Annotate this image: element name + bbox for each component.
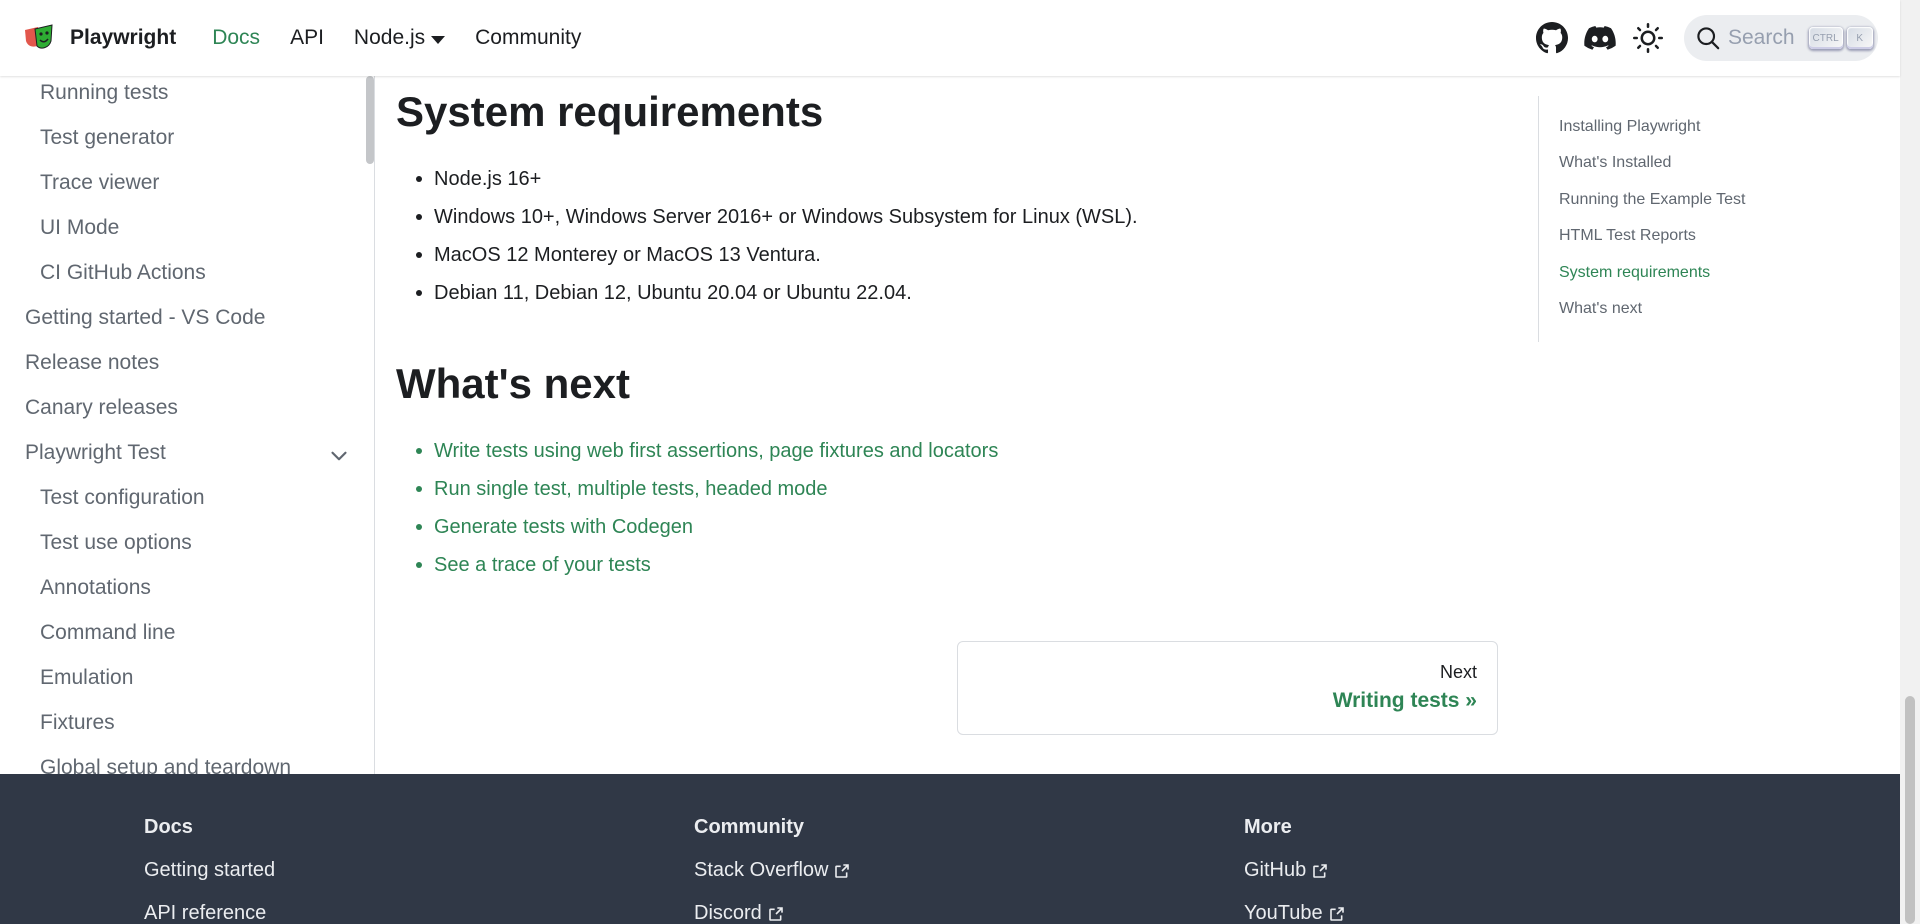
sidebar: Running tests Test generator Trace viewe… — [0, 76, 375, 774]
system-requirements-list: Node.js 16+ Windows 10+, Windows Server … — [416, 160, 1138, 312]
footer-link-label: Discord — [694, 902, 762, 924]
caret-down-icon — [431, 35, 446, 44]
footer-link-label: YouTube — [1244, 902, 1323, 924]
sidebar-scrollbar[interactable] — [366, 76, 374, 164]
github-icon[interactable] — [1534, 20, 1570, 56]
sidebar-item-test-configuration[interactable]: Test configuration — [40, 486, 205, 510]
footer-link-label: Stack Overflow — [694, 859, 829, 881]
sidebar-item-ui-mode[interactable]: UI Mode — [40, 216, 119, 240]
sidebar-item-running-tests[interactable]: Running tests — [40, 81, 168, 105]
link-codegen[interactable]: Generate tests with Codegen — [415, 508, 998, 546]
link-write-tests[interactable]: Write tests using web first assertions, … — [415, 432, 998, 470]
main-content: System requirements Node.js 16+ Windows … — [376, 76, 1536, 774]
heading-whats-next: What's next — [396, 360, 631, 407]
external-link-icon — [768, 906, 783, 921]
footer-link-label: API reference — [144, 902, 267, 924]
link-trace[interactable]: See a trace of your tests — [415, 546, 998, 584]
pagination-next[interactable]: Next Writing tests » — [957, 641, 1498, 735]
link-run-tests[interactable]: Run single test, multiple tests, headed … — [415, 470, 998, 508]
toc-item-system-requirements[interactable]: System requirements — [1559, 264, 1710, 282]
footer-link-api-reference[interactable]: API reference — [144, 902, 275, 924]
footer-title-more: More — [1244, 816, 1292, 838]
footer-col-more: More GitHub YouTube — [1244, 816, 1345, 924]
list-item: Node.js 16+ — [416, 160, 1138, 198]
toc-item-installing[interactable]: Installing Playwright — [1559, 118, 1700, 136]
sidebar-item-emulation[interactable]: Emulation — [40, 666, 133, 690]
whats-next-list: Write tests using web first assertions, … — [415, 432, 998, 584]
footer-link-label: Getting started — [144, 859, 276, 881]
brand-title: Playwright — [70, 26, 177, 49]
sidebar-item-fixtures[interactable]: Fixtures — [40, 711, 115, 735]
list-item: MacOS 12 Monterey or MacOS 13 Ventura. — [416, 236, 1138, 274]
toc-item-whats-installed[interactable]: What's Installed — [1559, 154, 1671, 172]
list-item: Windows 10+, Windows Server 2016+ or Win… — [416, 198, 1138, 236]
nav-link-docs[interactable]: Docs — [212, 26, 260, 50]
footer: Docs Getting started API reference Commu… — [0, 774, 1900, 924]
kbd-k: K — [1846, 27, 1873, 49]
chevron-down-icon[interactable] — [326, 443, 352, 469]
pagination-sublabel: Next — [1439, 662, 1477, 682]
sidebar-item-getting-started-vscode[interactable]: Getting started - VS Code — [25, 306, 265, 330]
sidebar-item-canary-releases[interactable]: Canary releases — [25, 396, 178, 420]
nav-links: Docs API Node.js Community — [212, 26, 611, 50]
footer-link-stack-overflow[interactable]: Stack Overflow — [694, 859, 850, 882]
footer-link-discord[interactable]: Discord — [694, 902, 850, 924]
sidebar-item-release-notes[interactable]: Release notes — [25, 351, 159, 375]
heading-system-requirements: System requirements — [396, 88, 824, 135]
table-of-contents: Installing Playwright What's Installed R… — [1538, 96, 1778, 342]
external-link-icon — [1313, 863, 1328, 878]
footer-link-getting-started[interactable]: Getting started — [144, 859, 275, 882]
sidebar-item-ci-github-actions[interactable]: CI GitHub Actions — [40, 261, 206, 285]
external-link-icon — [1329, 906, 1344, 921]
search-icon — [1697, 27, 1720, 50]
footer-title-docs: Docs — [144, 816, 193, 838]
footer-col-docs: Docs Getting started API reference — [144, 816, 275, 924]
playwright-logo-icon — [25, 24, 53, 49]
nav-dropdown-label: Node.js — [353, 26, 426, 49]
theme-toggle-sun-icon[interactable] — [1630, 20, 1666, 56]
sidebar-item-annotations[interactable]: Annotations — [40, 576, 151, 600]
footer-link-youtube[interactable]: YouTube — [1244, 902, 1345, 924]
footer-title-community: Community — [694, 816, 804, 838]
sidebar-item-test-use-options[interactable]: Test use options — [40, 531, 192, 555]
toc-item-html-reports[interactable]: HTML Test Reports — [1559, 227, 1696, 245]
toc-item-whats-next[interactable]: What's next — [1559, 300, 1642, 318]
brand-link[interactable]: Playwright — [22, 21, 176, 55]
kbd-ctrl: CTRL — [1808, 27, 1843, 49]
footer-col-community: Community Stack Overflow Discord — [694, 816, 850, 924]
sidebar-item-command-line[interactable]: Command line — [40, 621, 175, 645]
discord-icon[interactable] — [1582, 20, 1618, 56]
nav-right: Search CTRL K — [1522, 0, 1878, 76]
page-scrollbar-thumb[interactable] — [1905, 696, 1915, 924]
search-button[interactable]: Search CTRL K — [1684, 15, 1878, 61]
search-placeholder: Search — [1728, 26, 1795, 49]
pagination-label: Writing tests » — [1332, 689, 1477, 712]
navbar: Playwright Docs API Node.js Community Se… — [0, 0, 1900, 76]
nav-link-community[interactable]: Community — [475, 26, 581, 50]
sidebar-item-global-setup[interactable]: Global setup and teardown — [40, 756, 291, 774]
page-scrollbar[interactable] — [1900, 0, 1920, 924]
sidebar-item-trace-viewer[interactable]: Trace viewer — [40, 171, 159, 195]
external-link-icon — [835, 863, 850, 878]
footer-link-label: GitHub — [1244, 859, 1307, 881]
nav-link-api[interactable]: API — [290, 26, 324, 50]
search-shortcut: CTRL K — [1805, 27, 1873, 49]
toc-item-running-example[interactable]: Running the Example Test — [1559, 191, 1745, 209]
list-item: Debian 11, Debian 12, Ubuntu 20.04 or Ub… — [416, 274, 1138, 312]
footer-link-github[interactable]: GitHub — [1244, 859, 1345, 882]
nav-dropdown-language[interactable]: Node.js — [353, 26, 446, 50]
sidebar-item-playwright-test[interactable]: Playwright Test — [25, 441, 166, 465]
sidebar-item-test-generator[interactable]: Test generator — [40, 126, 174, 150]
